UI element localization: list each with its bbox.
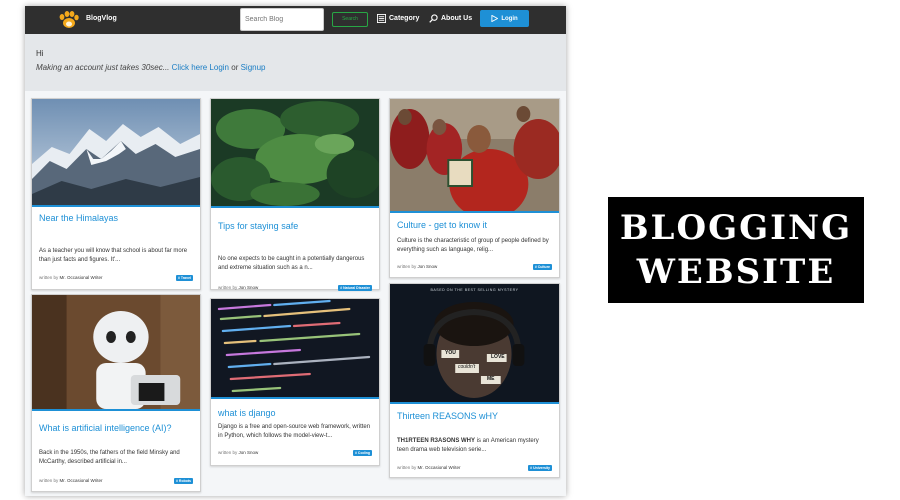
blog-card[interactable]: what is django Django is a free and open… [210, 298, 380, 466]
search-icon [429, 14, 438, 23]
card-title[interactable]: Thirteen REASONS wHY [397, 411, 498, 421]
signup-prompt: Making an account just takes 30sec... Cl… [36, 63, 266, 72]
author-prefix: written by [218, 285, 239, 290]
login-label: Login [501, 15, 518, 22]
login-link[interactable]: Click here Login [172, 63, 229, 72]
play-icon [491, 15, 499, 22]
tag-badge[interactable]: # Natural Disaster [338, 285, 372, 291]
author-prefix: written by [39, 275, 60, 280]
blog-card[interactable]: Culture - get to know it Culture is the … [389, 98, 560, 278]
monks-reading-image [390, 99, 559, 211]
paw-icon[interactable] [58, 10, 80, 30]
author-name: Jon Snow [238, 450, 259, 455]
card-title[interactable]: Tips for staying safe [218, 221, 298, 231]
tag-badge[interactable]: # Culture [532, 264, 552, 270]
card-title[interactable]: Near the Himalayas [39, 213, 118, 223]
card-author: written by Jon Snow [397, 264, 437, 269]
author-name: Mr. Occasional Writer [59, 478, 103, 483]
poster-note: ME [487, 376, 495, 382]
author-prefix: written by [39, 478, 60, 483]
nav-category-label: Category [389, 15, 420, 22]
card-excerpt: TH1RTEEN R3ASONS WHY is an American myst… [397, 437, 552, 455]
poster-note: LOVE [491, 354, 505, 360]
card-author: written by Jon Snow [218, 450, 258, 455]
tag-badge[interactable]: # Robots [174, 478, 193, 484]
card-accent [211, 397, 379, 399]
welcome-banner: Hi Making an account just takes 30sec...… [25, 34, 566, 91]
title-line-2: WEBSITE [636, 252, 836, 292]
nav-about[interactable]: About Us [429, 14, 472, 23]
card-accent [390, 211, 559, 213]
tag-badge[interactable]: # Coding [353, 450, 372, 456]
mountain-image [32, 99, 200, 205]
brand-name[interactable]: BlogVlog [86, 15, 117, 22]
card-excerpt: No one expects to be caught in a potenti… [218, 256, 365, 271]
author-name: Jon Snow [417, 264, 438, 269]
card-excerpt: Back in the 1950s, the fathers of the fi… [39, 450, 180, 465]
card-author: written by Jon Snow [218, 285, 258, 290]
prompt-text: Making an account just takes 30sec... [36, 63, 170, 72]
stage: BlogVlog Search Category About Us [0, 0, 900, 500]
title-line-1: BLOGGING [619, 208, 853, 248]
search-button[interactable]: Search [332, 12, 368, 27]
excerpt-bold: TH1RTEEN R3ASONS WHY [397, 438, 476, 444]
navbar: BlogVlog Search Category About Us [25, 6, 566, 34]
blog-card[interactable]: What is artificial intelligence (AI)? Ba… [31, 294, 201, 492]
card-title[interactable]: what is django [218, 408, 276, 418]
blog-card[interactable]: Near the Himalayas As a teacher you will… [31, 98, 201, 290]
card-author: written by Mr. Occasional Writer [397, 465, 460, 470]
title-box: BLOGGING WEBSITE [608, 197, 864, 303]
blog-card[interactable]: BASED ON THE BEST SELLING MYSTERY YOU co… [389, 283, 560, 478]
poster-note: couldn't [458, 364, 476, 370]
or-text: or [229, 63, 241, 72]
list-icon [377, 14, 386, 23]
tag-badge[interactable]: # Travel [175, 275, 193, 281]
card-author: written by Mr. Occasional Writer [39, 478, 102, 483]
poster-image: BASED ON THE BEST SELLING MYSTERY YOU co… [390, 284, 559, 402]
author-name: Mr. Occasional Writer [59, 275, 103, 280]
card-title[interactable]: Culture - get to know it [397, 220, 487, 230]
author-name: Mr. Occasional Writer [417, 465, 461, 470]
author-prefix: written by [218, 450, 239, 455]
leaves-image [211, 99, 379, 206]
greeting: Hi [36, 49, 44, 58]
nav-category[interactable]: Category [377, 14, 419, 23]
card-excerpt: Django is a free and open-source web fra… [218, 424, 371, 439]
card-accent [32, 205, 200, 207]
nav-about-label: About Us [441, 15, 473, 22]
author-prefix: written by [397, 465, 418, 470]
code-screen-image [211, 299, 379, 397]
blog-card[interactable]: Tips for staying safe No one expects to … [210, 98, 380, 291]
card-excerpt: Culture is the characteristic of group o… [397, 238, 549, 253]
robot-image [32, 295, 200, 409]
card-accent [211, 206, 379, 208]
tag-badge[interactable]: # University [528, 465, 552, 471]
author-prefix: written by [397, 264, 418, 269]
website-screenshot: BlogVlog Search Category About Us [25, 6, 566, 496]
signup-link[interactable]: Signup [241, 63, 266, 72]
card-accent [32, 409, 200, 411]
card-excerpt: As a teacher you will know that school i… [39, 248, 188, 263]
login-button[interactable]: Login [480, 10, 529, 27]
poster-note: YOU [445, 350, 456, 356]
card-author: written by Mr. Occasional Writer [39, 275, 102, 280]
search-input[interactable] [240, 8, 324, 31]
author-name: Jon Snow [238, 285, 259, 290]
poster-tagline: BASED ON THE BEST SELLING MYSTERY [430, 288, 519, 292]
card-accent [390, 402, 559, 404]
card-title[interactable]: What is artificial intelligence (AI)? [39, 423, 172, 433]
